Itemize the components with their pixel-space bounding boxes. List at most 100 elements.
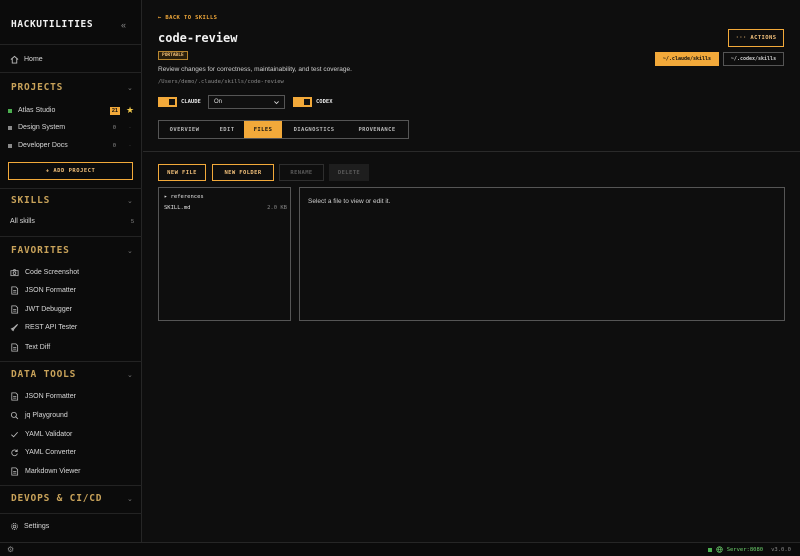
chevron-down-icon xyxy=(274,101,279,105)
new-file-button[interactable]: NEW FILE xyxy=(158,164,206,181)
favorite-item[interactable]: REST API Tester xyxy=(10,323,77,332)
divider xyxy=(143,151,800,152)
claude-skills-path-button[interactable]: ~/.claude/skills xyxy=(655,52,719,66)
favorite-label: REST API Tester xyxy=(25,324,78,331)
chevron-down-icon[interactable]: ⌄ xyxy=(127,247,133,255)
server-label: Server:8080 xyxy=(726,546,764,553)
search-icon xyxy=(10,411,19,420)
divider xyxy=(0,361,142,362)
actions-button[interactable]: ··· ACTIONS xyxy=(728,29,784,47)
delete-button[interactable]: DELETE xyxy=(329,164,369,181)
dots-icon[interactable]: · xyxy=(126,125,134,131)
favorite-label: JWT Debugger xyxy=(25,306,72,313)
status-bar: ⚙ Server:8080 v3.0.0 xyxy=(0,542,800,556)
tab-provenance[interactable]: PROVENANCE xyxy=(346,121,408,138)
data-tool-item[interactable]: YAML Converter xyxy=(10,448,76,457)
status-dot xyxy=(8,108,12,113)
rocket-icon xyxy=(10,324,18,332)
claude-label: CLAUDE xyxy=(181,99,201,105)
divider xyxy=(0,513,142,514)
project-count: 0 xyxy=(112,124,116,131)
data-tool-item[interactable]: JSON Formatter xyxy=(10,392,76,401)
section-title-favorites[interactable]: FAVORITES xyxy=(11,245,70,256)
version-label: v3.0.0 xyxy=(771,546,791,553)
chevron-down-icon[interactable]: ⌄ xyxy=(127,197,133,205)
data-tool-item[interactable]: YAML Validator xyxy=(10,430,72,439)
new-folder-button[interactable]: NEW FOLDER xyxy=(212,164,274,181)
codex-toggle[interactable] xyxy=(293,97,312,107)
settings-gear-icon[interactable]: ⚙ xyxy=(7,545,14,554)
empty-viewer-message: Select a file to view or edit it. xyxy=(308,198,391,205)
divider xyxy=(0,44,142,45)
collapse-sidebar-icon[interactable]: « xyxy=(121,20,126,30)
gear-icon xyxy=(10,522,19,531)
section-title-skills[interactable]: SKILLS xyxy=(11,195,50,206)
sidebar: HACKUTILITIES « Home PROJECTS ⌄ Atlas St… xyxy=(0,0,142,542)
back-to-skills-link[interactable]: ← BACK TO SKILLS xyxy=(158,15,217,21)
dots-icon[interactable]: · xyxy=(126,143,134,149)
favorite-item[interactable]: Code Screenshot xyxy=(10,268,79,277)
tab-files[interactable]: FILES xyxy=(244,121,282,138)
section-title-data-tools[interactable]: DATA TOOLS xyxy=(11,369,76,380)
skill-description: Review changes for correctness, maintain… xyxy=(158,66,352,73)
project-item[interactable]: Atlas Studio 21 ★ xyxy=(8,105,134,116)
file-size: 2.0 KB xyxy=(267,205,287,211)
project-name: Atlas Studio xyxy=(18,107,56,114)
favorite-item[interactable]: JSON Formatter xyxy=(10,286,76,295)
divider xyxy=(0,72,142,73)
claude-mode-value: On xyxy=(214,99,223,105)
project-item[interactable]: Design System 0 · xyxy=(8,124,134,131)
star-icon[interactable]: ★ xyxy=(126,105,134,116)
section-title-projects[interactable]: PROJECTS xyxy=(11,82,63,93)
divider xyxy=(0,236,142,237)
tab-overview[interactable]: OVERVIEW xyxy=(159,121,210,138)
nav-home-label: Home xyxy=(24,56,43,63)
camera-icon xyxy=(10,269,19,277)
all-skills-label: All skills xyxy=(10,218,35,225)
nav-home[interactable]: Home xyxy=(10,55,43,64)
data-tool-label: jq Playground xyxy=(25,412,68,419)
main-content: ← BACK TO SKILLS code-review PORTABLE Re… xyxy=(143,0,800,542)
project-item[interactable]: Developer Docs 0 · xyxy=(8,142,134,149)
section-title-devops[interactable]: DEVOPS & CI/CD xyxy=(11,493,102,504)
data-tool-item[interactable]: Markdown Viewer xyxy=(10,467,81,476)
favorite-item[interactable]: Text Diff xyxy=(10,343,50,352)
document-icon xyxy=(11,467,19,476)
project-name: Design System xyxy=(18,124,66,131)
chevron-down-icon[interactable]: ⌄ xyxy=(127,84,133,92)
document-icon xyxy=(11,343,19,352)
file-tree: ▸ references SKILL.md 2.0 KB xyxy=(158,187,291,321)
folder-references[interactable]: ▸ references xyxy=(164,194,204,200)
favorite-label: JSON Formatter xyxy=(25,287,76,294)
rename-button[interactable]: RENAME xyxy=(279,164,324,181)
divider xyxy=(0,188,142,189)
nav-settings[interactable]: Settings xyxy=(10,522,49,531)
app-brand[interactable]: HACKUTILITIES xyxy=(11,19,93,30)
data-tool-item[interactable]: jq Playground xyxy=(10,411,68,420)
chevron-down-icon[interactable]: ⌄ xyxy=(127,495,133,503)
status-dot xyxy=(8,143,12,148)
file-viewer[interactable]: Select a file to view or edit it. xyxy=(299,187,785,321)
nav-all-skills[interactable]: All skills 5 xyxy=(10,218,134,225)
data-tool-label: JSON Formatter xyxy=(25,393,76,400)
claude-toggle[interactable] xyxy=(158,97,177,107)
favorite-item[interactable]: JWT Debugger xyxy=(10,305,72,314)
all-skills-count: 5 xyxy=(130,218,134,225)
favorite-label: Code Screenshot xyxy=(25,269,80,276)
codex-skills-path-button[interactable]: ~/.codex/skills xyxy=(723,52,784,66)
add-project-button[interactable]: + ADD PROJECT xyxy=(8,162,133,180)
claude-mode-select[interactable]: On xyxy=(208,95,285,109)
tab-diagnostics[interactable]: DIAGNOSTICS xyxy=(282,121,346,138)
tab-bar: OVERVIEW EDIT FILES DIAGNOSTICS PROVENAN… xyxy=(158,120,409,139)
server-status: Server:8080 v3.0.0 xyxy=(707,546,791,553)
home-icon xyxy=(10,55,19,64)
check-icon xyxy=(11,431,18,438)
project-count-badge: 21 xyxy=(109,106,120,115)
data-tool-label: Markdown Viewer xyxy=(25,468,81,475)
file-item[interactable]: SKILL.md 2.0 KB xyxy=(164,205,287,211)
page-title: code-review xyxy=(158,31,238,45)
project-name: Developer Docs xyxy=(18,142,68,149)
tab-edit[interactable]: EDIT xyxy=(210,121,244,138)
document-icon xyxy=(11,305,19,314)
chevron-down-icon[interactable]: ⌄ xyxy=(127,371,133,379)
